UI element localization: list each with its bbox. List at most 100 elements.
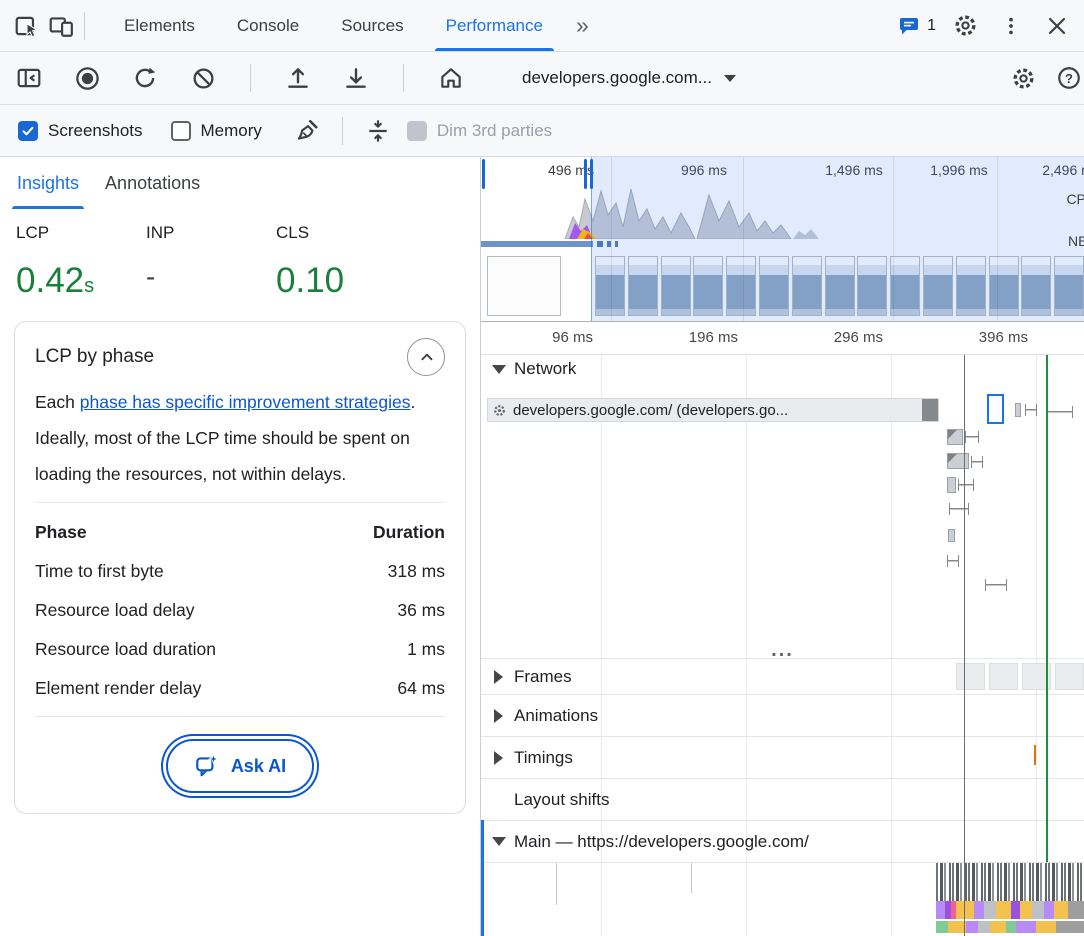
panel-left-icon <box>16 65 42 91</box>
track-header-frames[interactable]: Frames <box>481 658 1084 694</box>
screenshots-label[interactable]: Screenshots <box>48 121 143 141</box>
ask-ai-button[interactable]: Ask AI <box>166 739 314 793</box>
tab-elements[interactable]: Elements <box>103 0 216 51</box>
collapse-sections-button[interactable] <box>361 114 395 148</box>
tab-sources[interactable]: Sources <box>320 0 424 51</box>
issues-counter-button[interactable]: 1 <box>897 14 936 38</box>
network-request-bar[interactable]: developers.google.com/ (developers.go... <box>487 398 939 422</box>
page-selector-dropdown[interactable]: developers.google.com... <box>522 68 736 88</box>
inspect-element-button[interactable] <box>10 9 44 43</box>
more-tabs-button[interactable]: » <box>564 12 601 39</box>
network-request-bar[interactable] <box>985 579 1007 591</box>
screenshot-thumbnail[interactable] <box>956 256 986 316</box>
screenshot-thumbnail[interactable] <box>628 256 658 316</box>
improvement-strategies-link[interactable]: phase has specific improvement strategie… <box>80 392 411 412</box>
track-header-network[interactable]: Network <box>481 355 1084 383</box>
network-request-bar[interactable] <box>1015 403 1021 417</box>
screenshots-checkbox[interactable] <box>18 121 38 141</box>
customize-devtools-button[interactable] <box>994 9 1028 43</box>
toggle-sidebar-button[interactable] <box>12 61 46 95</box>
dim-3rd-parties-checkbox[interactable] <box>407 121 427 141</box>
screenshot-thumbnail[interactable] <box>1054 256 1084 316</box>
triangle-right-icon <box>494 751 503 765</box>
tab-label: Performance <box>446 16 543 36</box>
frame-thumbnail[interactable] <box>1055 663 1084 690</box>
divider <box>35 502 445 503</box>
check-icon <box>21 124 35 138</box>
network-request-bar[interactable] <box>949 503 969 515</box>
duration-cell: 1 ms <box>328 630 445 669</box>
screenshot-thumbnail[interactable] <box>595 256 625 316</box>
network-request-bar[interactable] <box>1025 404 1037 416</box>
devices-icon <box>48 13 74 39</box>
collapse-card-button[interactable] <box>407 338 445 376</box>
tab-insights[interactable]: Insights <box>4 157 92 209</box>
close-devtools-button[interactable] <box>1040 9 1074 43</box>
screenshot-thumbnail[interactable] <box>890 256 920 316</box>
tab-performance[interactable]: Performance <box>425 0 564 51</box>
help-icon: ? <box>1056 65 1082 91</box>
phase-cell: Time to first byte <box>35 552 328 591</box>
record-button[interactable] <box>70 61 104 95</box>
collect-garbage-button[interactable] <box>290 114 324 148</box>
network-request-bar[interactable] <box>947 477 956 493</box>
flamechart-categories-row[interactable] <box>936 921 1084 933</box>
marker-line-dark <box>964 355 965 936</box>
screenshot-thumbnail[interactable] <box>923 256 953 316</box>
screenshot-thumbnail[interactable] <box>857 256 887 316</box>
screenshot-thumbnail[interactable] <box>1021 256 1051 316</box>
frame-thumbnail[interactable] <box>956 663 985 690</box>
track-header-timings[interactable]: Timings <box>481 736 1084 778</box>
screenshot-thumbnail[interactable] <box>825 256 855 316</box>
save-profile-button[interactable] <box>339 61 373 95</box>
load-profile-button[interactable] <box>281 61 315 95</box>
network-request-bar[interactable] <box>987 394 1004 424</box>
tab-annotations[interactable]: Annotations <box>92 157 213 209</box>
screenshot-thumbnail[interactable] <box>487 256 561 316</box>
track-header-animations[interactable]: Animations <box>481 694 1084 736</box>
memory-label[interactable]: Memory <box>201 121 262 141</box>
toggle-device-toolbar-button[interactable] <box>44 9 78 43</box>
main-thread-flamechart[interactable] <box>481 862 1084 936</box>
screenshot-thumbnail[interactable] <box>661 256 691 316</box>
screenshot-thumbnail[interactable] <box>792 256 822 316</box>
screenshot-thumbnail[interactable] <box>989 256 1019 316</box>
network-request-bar[interactable] <box>947 429 963 445</box>
timeline-overview[interactable]: 496 ms996 ms1,496 ms1,996 ms2,496 ms CPU… <box>481 157 1084 322</box>
memory-checkbox[interactable] <box>171 121 191 141</box>
network-request-bar[interactable] <box>947 453 969 469</box>
network-overview-bar <box>481 241 593 247</box>
network-request-bar[interactable] <box>971 456 983 468</box>
window-left-handle[interactable] <box>482 159 485 189</box>
record-and-reload-button[interactable] <box>128 61 162 95</box>
flamechart-activity[interactable] <box>936 863 1084 901</box>
frame-thumbnail[interactable] <box>989 663 1018 690</box>
network-request-bar[interactable] <box>1047 406 1073 418</box>
track-header-main-thread[interactable]: Main — https://developers.google.com/ <box>481 820 1084 862</box>
clear-recording-button[interactable] <box>186 61 220 95</box>
memory-checkbox-group[interactable]: Memory <box>171 121 278 141</box>
help-button[interactable]: ? <box>1052 61 1084 95</box>
screenshots-checkbox-group[interactable]: Screenshots <box>18 121 159 141</box>
go-to-live-metrics-button[interactable] <box>434 61 468 95</box>
track-resizer-handle[interactable]: ... <box>771 642 794 658</box>
flamechart-categories-row[interactable] <box>936 901 1084 919</box>
overview-tick-line <box>893 157 894 321</box>
track-header-layout-shifts[interactable]: Layout shifts <box>481 778 1084 820</box>
chevron-down-icon <box>724 75 736 82</box>
toolbar-divider <box>84 12 85 40</box>
screenshot-thumbnail[interactable] <box>726 256 756 316</box>
network-request-bar[interactable] <box>958 479 974 491</box>
screenshot-thumbnail[interactable] <box>759 256 789 316</box>
window-right-handle[interactable] <box>584 159 593 189</box>
settings-button[interactable] <box>948 9 982 43</box>
network-request-bar[interactable] <box>947 555 959 567</box>
screenshot-thumbnail[interactable] <box>693 256 723 316</box>
card-title: LCP by phase <box>35 338 154 368</box>
toolbar-divider <box>403 64 404 92</box>
network-request-bar[interactable] <box>965 431 979 443</box>
capture-settings-button[interactable] <box>1006 61 1040 95</box>
svg-text:?: ? <box>1065 71 1073 86</box>
network-request-bar[interactable] <box>948 529 955 542</box>
tab-console[interactable]: Console <box>216 0 320 51</box>
